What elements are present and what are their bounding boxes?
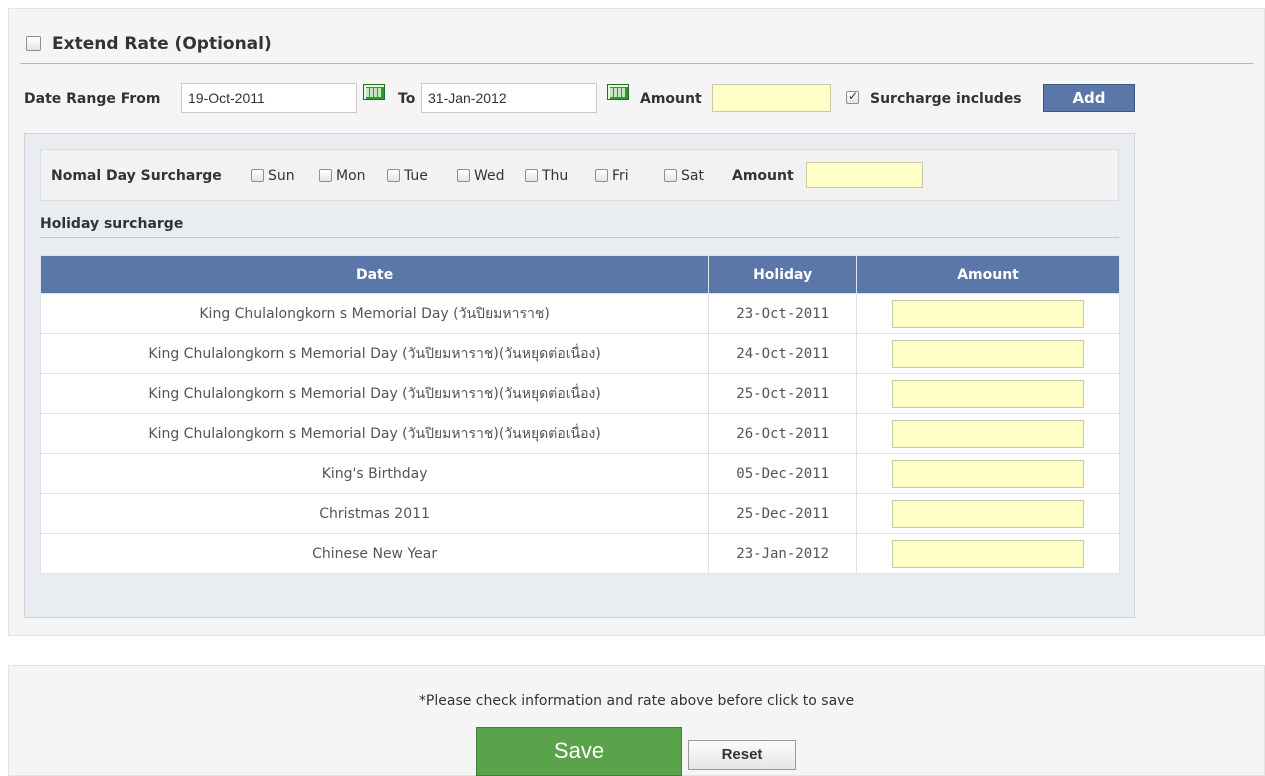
normal-day-label: Nomal Day Surcharge [51, 168, 222, 184]
holiday-name: Christmas 2011 [39, 493, 710, 534]
save-button[interactable]: Save [476, 727, 682, 776]
holiday-amount-input[interactable] [892, 539, 1085, 568]
table-row: King Chulalongkorn s Memorial Day (วันปิ… [39, 333, 1120, 374]
add-button[interactable]: Add [1043, 84, 1135, 112]
save-note: *Please check information and rate above… [418, 693, 855, 709]
amount-cell [856, 293, 1120, 334]
range-amount-input[interactable] [712, 84, 831, 112]
day-sun[interactable]: Sun [251, 168, 295, 184]
holiday-date: 26-Oct-2011 [708, 413, 858, 454]
holiday-name: King's Birthday [39, 453, 710, 494]
holiday-name: King Chulalongkorn s Memorial Day (วันปิ… [39, 413, 710, 454]
extend-rate-header: Extend Rate (Optional) [20, 28, 1253, 64]
amount-cell [856, 453, 1120, 494]
day-mon[interactable]: Mon [319, 168, 366, 184]
amount-cell [856, 373, 1120, 414]
holiday-name: King Chulalongkorn s Memorial Day (วันปิ… [39, 373, 710, 414]
holiday-amount-input[interactable] [892, 339, 1085, 368]
holiday-date: 25-Oct-2011 [708, 373, 858, 414]
day-thu[interactable]: Thu [525, 168, 568, 184]
day-sat-checkbox[interactable] [664, 169, 677, 182]
surcharge-includes-checkbox[interactable] [846, 89, 859, 104]
holiday-amount-input[interactable] [892, 419, 1085, 448]
holiday-date: 23-Jan-2012 [708, 533, 858, 574]
holiday-table: Date Holiday Amount King Chulalongkorn s… [39, 255, 1120, 574]
holiday-name: King Chulalongkorn s Memorial Day (วันปิ… [39, 293, 710, 334]
day-fri-checkbox[interactable] [595, 169, 608, 182]
table-row: King Chulalongkorn s Memorial Day (วันปิ… [39, 293, 1120, 334]
holiday-amount-input[interactable] [892, 299, 1085, 328]
day-fri[interactable]: Fri [595, 168, 629, 184]
amount-cell [856, 333, 1120, 374]
table-row: Chinese New Year 23-Jan-2012 [39, 533, 1120, 574]
table-row: King Chulalongkorn s Memorial Day (วันปิ… [39, 413, 1120, 454]
holiday-date: 05-Dec-2011 [708, 453, 858, 494]
table-row: Christmas 2011 25-Dec-2011 [39, 493, 1120, 534]
holiday-amount-input[interactable] [892, 499, 1085, 528]
normal-amount-label: Amount [732, 168, 794, 184]
col-date-header: Date [39, 255, 710, 294]
holiday-date: 25-Dec-2011 [708, 493, 858, 534]
col-holiday-header: Holiday [708, 255, 858, 294]
table-row: King's Birthday 05-Dec-2011 [39, 453, 1120, 494]
extend-rate-title: Extend Rate (Optional) [52, 34, 272, 54]
day-tue-checkbox[interactable] [387, 169, 400, 182]
normal-amount-input[interactable] [806, 162, 923, 188]
day-sun-checkbox[interactable] [251, 169, 264, 182]
date-range-from-label: Date Range From [24, 91, 161, 107]
date-to-input[interactable] [421, 83, 597, 113]
date-from-input[interactable] [181, 83, 357, 113]
day-mon-checkbox[interactable] [319, 169, 332, 182]
table-row: King Chulalongkorn s Memorial Day (วันปิ… [39, 373, 1120, 414]
holiday-amount-input[interactable] [892, 459, 1085, 488]
holiday-amount-input[interactable] [892, 379, 1085, 408]
amount-cell [856, 413, 1120, 454]
day-sat[interactable]: Sat [664, 168, 704, 184]
day-wed-checkbox[interactable] [457, 169, 470, 182]
holiday-surcharge-title: Holiday surcharge [40, 216, 1119, 238]
table-header-row: Date Holiday Amount [39, 255, 1120, 294]
reset-button[interactable]: Reset [688, 740, 796, 770]
col-amount-header: Amount [856, 255, 1120, 294]
holiday-date: 24-Oct-2011 [708, 333, 858, 374]
date-range-to-label: To [398, 91, 416, 107]
surcharge-includes-label: Surcharge includes [870, 91, 1022, 107]
holiday-date: 23-Oct-2011 [708, 293, 858, 334]
holiday-name: Chinese New Year [39, 533, 710, 574]
holiday-name: King Chulalongkorn s Memorial Day (วันปิ… [39, 333, 710, 374]
calendar-icon-to[interactable] [607, 84, 629, 100]
amount-cell [856, 493, 1120, 534]
range-amount-label: Amount [640, 91, 702, 107]
amount-cell [856, 533, 1120, 574]
extend-rate-checkbox[interactable] [26, 36, 41, 51]
day-thu-checkbox[interactable] [525, 169, 538, 182]
calendar-icon-from[interactable] [363, 84, 385, 100]
day-tue[interactable]: Tue [387, 168, 428, 184]
day-wed[interactable]: Wed [457, 168, 505, 184]
